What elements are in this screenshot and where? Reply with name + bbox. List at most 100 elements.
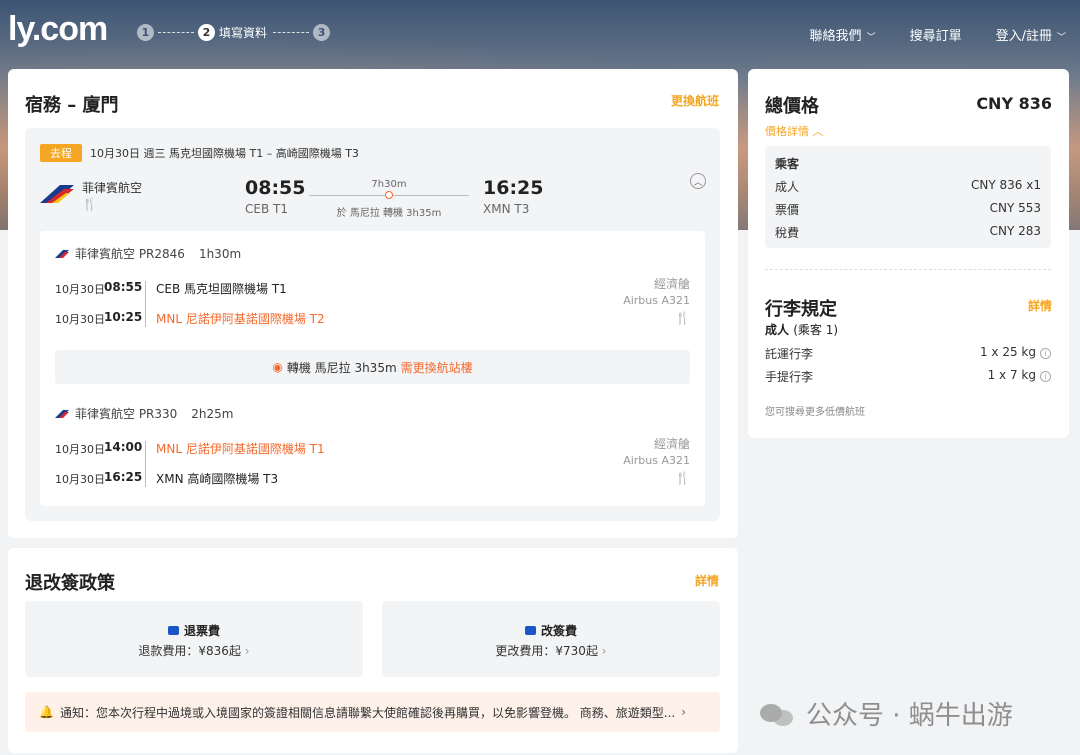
nav-search-order[interactable]: 搜尋訂單 (910, 25, 962, 44)
price-details-link[interactable]: 價格詳情 ︿ (765, 123, 824, 139)
step-2-label: 填寫資料 (219, 26, 268, 40)
departure-time: 08:55 (245, 177, 306, 199)
total-duration: 7h30m (371, 179, 407, 190)
refund-fee-box[interactable]: 退票費 退款費用：¥836起 › (25, 601, 363, 677)
baggage-passenger-index: (乘客 1) (793, 323, 839, 337)
shield-icon (524, 626, 536, 635)
more-cheap-flights-link[interactable]: 您可搜尋更多低價航班 (765, 403, 865, 418)
outbound-badge: 去程 (40, 144, 82, 162)
info-icon[interactable]: i (1040, 371, 1051, 382)
departure-airport-code: CEB T1 (245, 202, 288, 216)
segment-flight: 菲律賓航空 PR2846 (75, 247, 185, 261)
progress-steps: 1 2 填寫資料 3 (137, 24, 331, 41)
price-row-label: 成人 (775, 180, 800, 194)
site-logo[interactable]: ly.com (8, 10, 108, 49)
segment-bar (145, 441, 146, 487)
segment-arr-airport: MNL 尼諾伊阿基諾國際機場 T2 (156, 312, 325, 326)
segment-arr-date: 10月30日 (55, 473, 105, 486)
change-fee-box[interactable]: 改簽費 更改費用：¥730起 › (382, 601, 720, 677)
segment-header: 菲律賓航空 PR330 2h25m (55, 405, 234, 422)
arrival-airport-code: XMN T3 (483, 202, 530, 216)
aircraft-type: Airbus A321 (623, 454, 690, 467)
baggage-passenger: 成人 (乘客 1) (765, 321, 838, 338)
airline-logo-icon (55, 250, 69, 258)
notice-text: 通知：您本次行程中過境或入境國家的簽證相關信息請聯繫大使館確認後再購買，以免影響… (59, 705, 676, 720)
segment-dep-airport: CEB 馬克坦國際機場 T1 (156, 282, 287, 296)
price-row-value: CNY 553 (989, 201, 1041, 215)
transfer-note: 於 馬尼拉 轉機 3h35m (336, 208, 442, 219)
chevron-down-icon: ﹀ (866, 33, 876, 43)
route-title: 宿務 – 廈門 (25, 95, 119, 116)
segment-dep-airport: MNL 尼諾伊阿基諾國際機場 T1 (156, 442, 325, 456)
refund-value: 退款費用：¥836起 (138, 644, 241, 658)
chevron-right-icon: › (681, 705, 687, 719)
segment-bar (145, 281, 146, 327)
cabin-class: 經濟艙 (653, 277, 690, 291)
chevron-up-icon: ︿ (809, 125, 824, 138)
nav-contact-label: 聯絡我們 (809, 29, 862, 44)
policy-card: 退改簽政策 詳情 退票費 退款費用：¥836起 › 改簽費 更改費用：¥730起… (8, 548, 738, 753)
trip-summary: 去程 10月30日 週三 馬克坦國際機場 T1 – 高崎國際機場 T3 菲律賓航… (25, 128, 720, 521)
trip-date: 10月30日 週三 (90, 147, 166, 160)
checked-baggage-label: 託運行李 (765, 347, 814, 361)
price-details-label: 價格詳情 (765, 125, 809, 138)
info-icon[interactable]: i (1040, 348, 1051, 359)
meal-icon: 🍴 (82, 197, 97, 211)
segment-details: 菲律賓航空 PR2846 1h30m 10月30日 08:55 CEB 馬克坦國… (40, 231, 705, 506)
stop-dot-icon (385, 191, 393, 199)
price-row-label: 票價 (775, 203, 800, 217)
nav-login-label: 登入/註冊 (995, 29, 1052, 44)
flight-card: 宿務 – 廈門 更換航班 去程 10月30日 週三 馬克坦國際機場 T1 – 高… (8, 69, 738, 538)
watermark: 公众号 · 蜗牛出游 (760, 695, 1013, 732)
price-row-value: CNY 836 x1 (971, 178, 1041, 192)
divider (765, 269, 1051, 270)
watermark-text: 公众号 · 蜗牛出游 (806, 701, 1013, 731)
baggage-title: 行李規定 (765, 299, 837, 320)
nav-contact[interactable]: 聯絡我們 ﹀ (810, 25, 876, 44)
step-divider (158, 32, 194, 33)
segment-duration: 1h30m (198, 246, 242, 261)
price-row-label: 稅費 (775, 226, 800, 240)
collapse-chevron-up-icon[interactable]: ︿ (690, 173, 706, 189)
ticket-icon (167, 626, 179, 635)
wechat-icon (760, 700, 796, 728)
layover-bar: ◉ 轉機 馬尼拉 3h35m 需更換航站樓 (55, 350, 690, 384)
chevron-right-icon: › (601, 644, 607, 658)
total-price-value: CNY 836 (976, 94, 1052, 113)
policy-title: 退改簽政策 (25, 573, 115, 594)
airline-logo-icon (55, 410, 69, 418)
refund-title: 退票費 (183, 624, 220, 638)
segment-header: 菲律賓航空 PR2846 1h30m (55, 245, 241, 262)
meal-icon: 🍴 (675, 471, 690, 485)
top-nav: 聯絡我們 ﹀ 搜尋訂單 登入/註冊 ﹀ (810, 25, 1066, 44)
total-price-label: 總價格 (765, 96, 819, 117)
nav-login[interactable]: 登入/註冊 ﹀ (996, 25, 1066, 44)
carry-on-value: 1 x 7 kg (987, 368, 1036, 382)
change-flight-link[interactable]: 更換航班 (671, 92, 719, 109)
change-title: 改簽費 (540, 624, 577, 638)
change-value: 更改費用：¥730起 (495, 644, 598, 658)
top-bar: ly.com 1 2 填寫資料 3 聯絡我們 ﹀ 搜尋訂單 登入/註冊 ﹀ (0, 0, 1080, 66)
chevron-down-icon: ﹀ (1056, 33, 1066, 43)
aircraft-type: Airbus A321 (623, 294, 690, 307)
passenger-header: 乘客 (775, 157, 800, 171)
segment-arr-time: 16:25 (104, 470, 143, 484)
step-divider (273, 32, 310, 33)
carry-on-label: 手提行李 (765, 370, 814, 384)
segment-arr-date: 10月30日 (55, 313, 105, 326)
chevron-right-icon: › (244, 644, 250, 658)
terminal-change-warning: 需更換航站樓 (400, 360, 473, 375)
segment-dep-time: 08:55 (104, 280, 143, 294)
baggage-details-link[interactable]: 詳情 (1028, 297, 1052, 314)
checked-baggage-value: 1 x 25 kg (979, 345, 1036, 359)
visa-notice[interactable]: 🔔 通知：您本次行程中過境或入境國家的簽證相關信息請聯繫大使館確認後再購買，以免… (25, 692, 720, 732)
step-3: 3 (313, 24, 331, 41)
cabin-class: 經濟艙 (653, 437, 690, 451)
policy-details-link[interactable]: 詳情 (695, 572, 719, 589)
segment-dep-date: 10月30日 (55, 283, 105, 296)
airline-logo-icon (40, 185, 74, 203)
meal-icon: 🍴 (675, 311, 690, 325)
bell-icon: 🔔 (39, 705, 54, 719)
price-card: 總價格 CNY 836 價格詳情 ︿ 乘客 成人 CNY 836 x1 票價 CNY… (748, 69, 1069, 438)
layover-city: 轉機 馬尼拉 3h35m (286, 360, 397, 375)
